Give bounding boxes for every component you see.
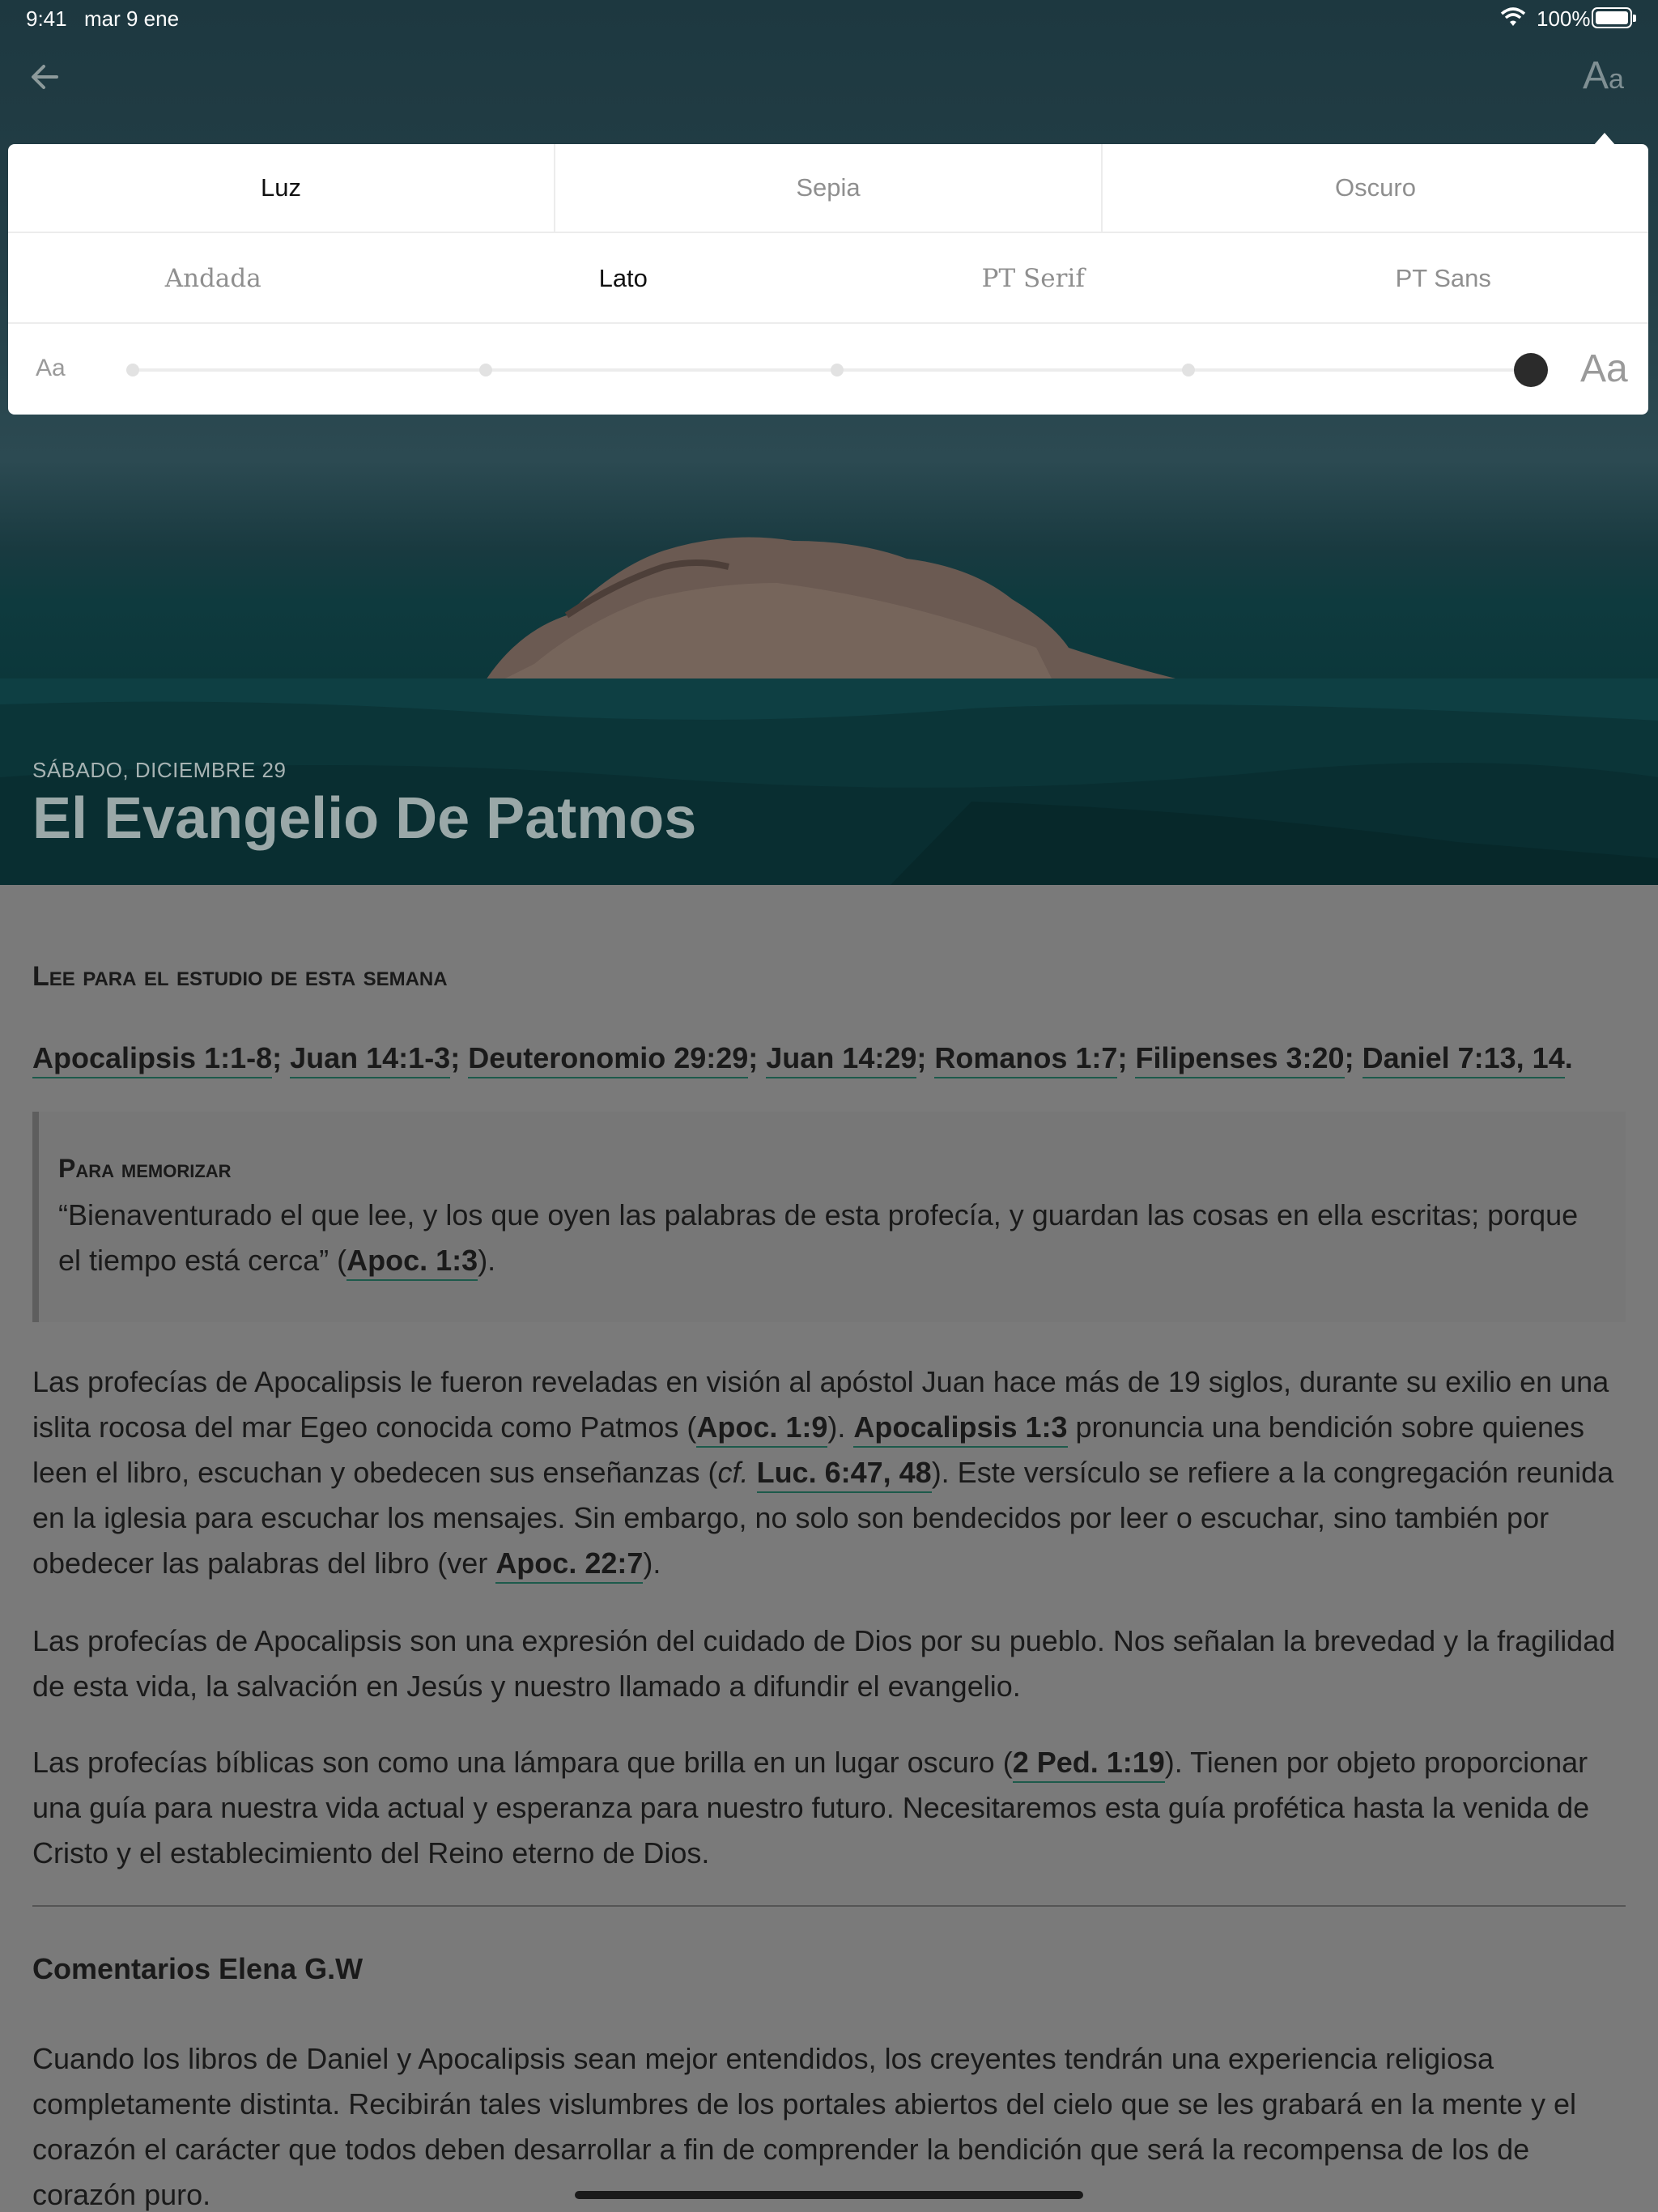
back-arrow-icon[interactable] [24, 57, 65, 97]
wifi-icon [1499, 6, 1527, 33]
paragraph: Las profecías de Apocalipsis son una exp… [32, 1624, 1616, 1703]
theme-selector: Luz Sepia Oscuro [8, 144, 1648, 233]
status-date: mar 9 ene [84, 6, 180, 31]
ref-link[interactable]: Juan 14:29 [766, 1041, 917, 1078]
ref-link[interactable]: Apocalipsis 1:1-8 [32, 1041, 273, 1078]
ref-link[interactable]: Apocalipsis 1:3 [853, 1410, 1068, 1448]
ref-link[interactable]: Apoc. 22:7 [495, 1546, 644, 1584]
theme-sepia[interactable]: Sepia [555, 144, 1103, 232]
article-body: Lee para el estudio de esta semana Apoca… [0, 885, 1658, 2212]
paragraph: Cuando los libros de Daniel y Apocalipsi… [32, 2042, 1576, 2211]
memory-verse-box: Para memorizar “Bienaventurado el que le… [32, 1112, 1626, 1322]
memory-verse-heading: Para memorizar [58, 1154, 232, 1183]
slider-stop[interactable] [126, 364, 139, 376]
island-scene [0, 537, 1658, 885]
ref-link[interactable]: Daniel 7:13, 14 [1362, 1041, 1565, 1078]
lesson-title: El Evangelio De Patmos [32, 786, 697, 851]
font-settings-button[interactable]: Aa [1583, 53, 1624, 98]
theme-dark[interactable]: Oscuro [1103, 144, 1648, 232]
size-large-label: Aa [1580, 347, 1628, 390]
font-andada[interactable]: Andada [8, 235, 419, 322]
ref-link[interactable]: Deuteronomio 29:29 [468, 1041, 749, 1078]
paragraph-text: ). [643, 1546, 661, 1580]
ref-link[interactable]: Filipenses 3:20 [1135, 1041, 1345, 1078]
reading-references: Apocalipsis 1:1-8; Juan 14:1-3; Deuteron… [32, 1036, 1627, 1081]
slider-stop[interactable] [1182, 364, 1195, 376]
font-lato[interactable]: Lato [419, 235, 829, 322]
ref-link[interactable]: Romanos 1:7 [934, 1041, 1118, 1078]
memory-verse-quote: “Bienaventurado el que lee, y los que oy… [58, 1198, 1579, 1277]
paragraph-text: ). [827, 1410, 854, 1444]
lesson-date: SÁBADO, DICIEMBRE 29 [32, 758, 287, 782]
paragraph: Las profecías bíblicas son como una lámp… [32, 1740, 1627, 1876]
slider-stop[interactable] [831, 364, 844, 376]
font-size-row: Aa Aa [8, 325, 1648, 415]
paragraph: Las profecías de Apocalipsis le fueron r… [32, 1359, 1627, 1586]
ref-link[interactable]: Juan 14:1-3 [290, 1041, 451, 1078]
battery-icon [1592, 7, 1636, 28]
memory-verse-text: “Bienaventurado el que lee, y los que oy… [58, 1193, 1596, 1283]
size-small-label: Aa [36, 355, 66, 381]
paragraph-text: Las profecías bíblicas son como una lámp… [32, 1746, 1013, 1779]
font-pt-serif[interactable]: PT Serif [828, 235, 1239, 322]
status-bar: 9:41 mar 9 ene 100% [0, 0, 1658, 39]
ref-link[interactable]: 2 Ped. 1:19 [1012, 1746, 1165, 1783]
status-time: 9:41 [26, 6, 67, 31]
ref-link[interactable]: Luc. 6:47, 48 [756, 1456, 932, 1493]
font-settings-big: A [1583, 54, 1609, 97]
paragraph-text: cf. [717, 1456, 749, 1489]
section-heading: Lee para el estudio de esta semana [32, 961, 448, 992]
slider-thumb[interactable] [1514, 353, 1548, 387]
slider-stop[interactable] [479, 364, 492, 376]
comments-heading: Comentarios Elena G.W [32, 1952, 363, 1985]
font-selector: Andada Lato PT Serif PT Sans [8, 235, 1648, 324]
memory-verse-end: ). [478, 1244, 496, 1277]
divider [32, 1905, 1626, 1907]
font-settings-small: a [1609, 64, 1624, 95]
font-pt-sans[interactable]: PT Sans [1239, 235, 1649, 322]
reading-settings-popover: Luz Sepia Oscuro Andada Lato PT Serif PT… [8, 144, 1648, 415]
hero-image: 9:41 mar 9 ene 100% Aa SÁBADO, DICIEMBRE… [0, 0, 1658, 885]
ref-link[interactable]: Apoc. 1:9 [696, 1410, 828, 1448]
ref-link[interactable]: Apoc. 1:3 [346, 1244, 478, 1281]
theme-light[interactable]: Luz [8, 144, 555, 232]
battery-percent: 100% [1537, 6, 1591, 31]
home-indicator[interactable] [575, 2191, 1083, 2199]
